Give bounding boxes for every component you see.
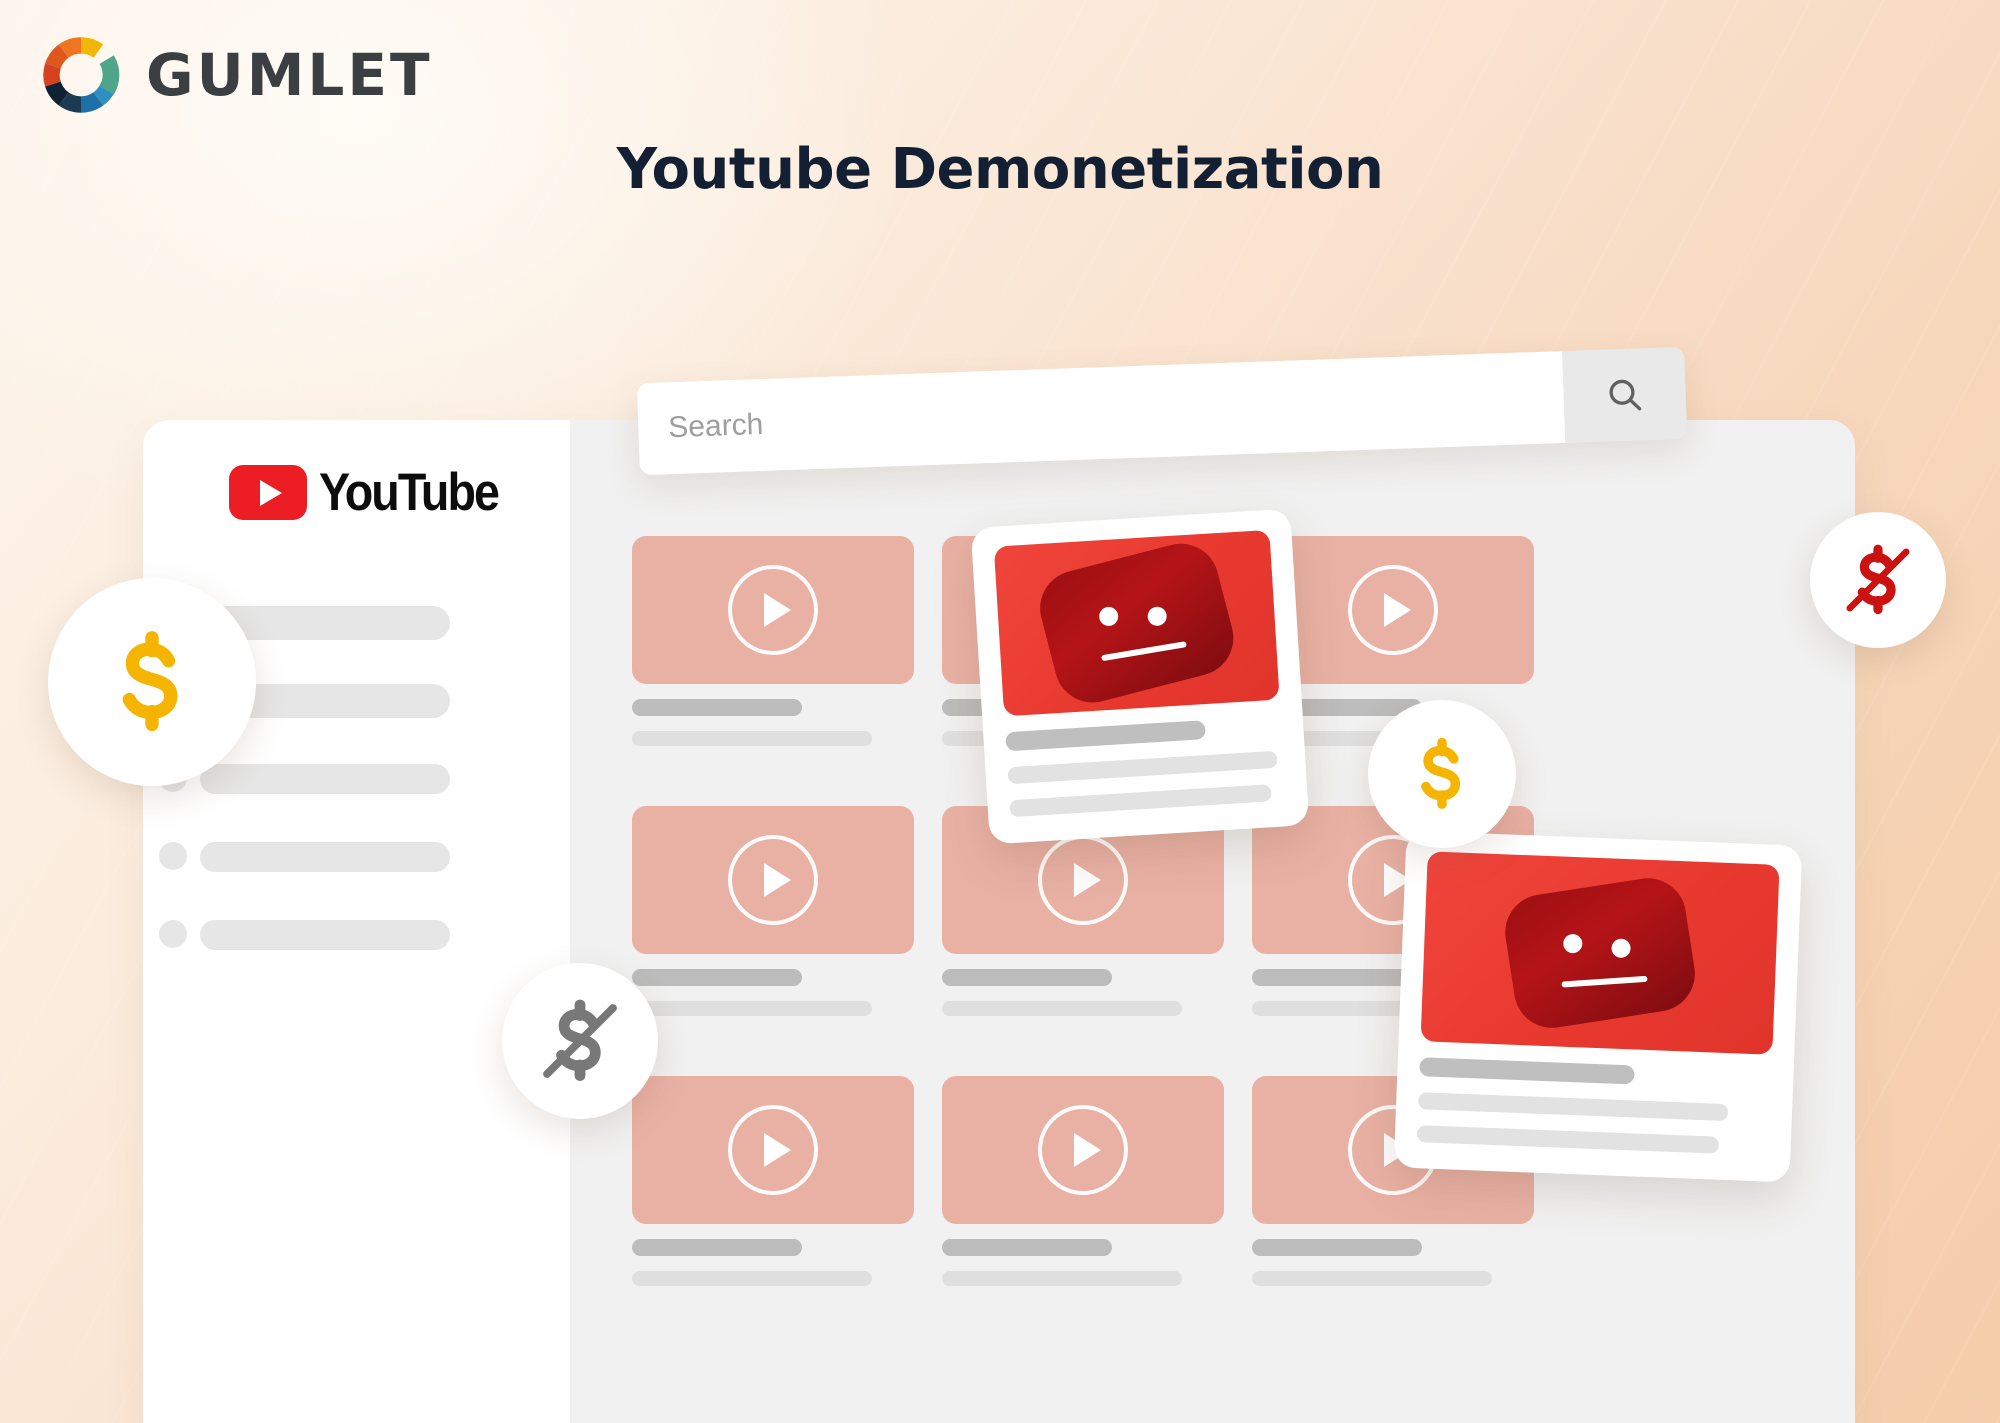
video-meta-placeholder xyxy=(1009,784,1272,818)
youtube-play-badge-icon xyxy=(229,465,307,520)
video-thumbnail[interactable] xyxy=(942,1076,1224,1224)
monetized-badge xyxy=(1368,700,1516,848)
video-title-placeholder xyxy=(1252,969,1422,986)
video-meta-placeholder xyxy=(632,1271,872,1286)
search-button[interactable] xyxy=(1562,346,1688,443)
dollar-sign-slash-icon xyxy=(1846,544,1910,615)
video-title-placeholder xyxy=(632,969,802,986)
youtube-sad-face-icon xyxy=(1499,872,1701,1034)
youtube-sad-face-thumbnail[interactable] xyxy=(1420,851,1780,1055)
video-card[interactable] xyxy=(632,806,914,1016)
demonetized-video-card[interactable] xyxy=(970,508,1310,845)
video-meta-placeholder xyxy=(942,1271,1182,1286)
monetized-badge xyxy=(48,578,256,786)
video-meta-placeholder xyxy=(942,1001,1182,1016)
video-title-placeholder xyxy=(632,699,802,716)
gumlet-wordmark: GUMLET xyxy=(146,41,433,109)
youtube-sad-face-thumbnail[interactable] xyxy=(993,529,1280,717)
video-title-placeholder xyxy=(942,969,1112,986)
video-card[interactable] xyxy=(632,1076,914,1286)
play-circle-icon xyxy=(1348,565,1438,655)
video-meta-placeholder xyxy=(632,731,872,746)
youtube-sad-face-icon xyxy=(1031,535,1242,711)
video-meta-placeholder xyxy=(1252,1271,1492,1286)
search-icon xyxy=(1609,379,1642,411)
video-title-placeholder xyxy=(1005,720,1206,752)
youtube-logo[interactable]: YouTube xyxy=(229,465,522,520)
video-meta-placeholder xyxy=(632,1001,872,1016)
video-meta-placeholder xyxy=(1416,1125,1720,1154)
sidebar-item-bar[interactable] xyxy=(200,920,450,950)
sidebar-item-bar[interactable] xyxy=(200,842,450,872)
video-title-placeholder xyxy=(632,1239,802,1256)
youtube-wordmark: YouTube xyxy=(319,463,500,522)
play-circle-icon xyxy=(728,565,818,655)
video-meta-placeholder xyxy=(1007,750,1278,785)
demonetized-video-card[interactable] xyxy=(1393,830,1803,1183)
video-title-placeholder xyxy=(1252,1239,1422,1256)
play-circle-icon xyxy=(728,835,818,925)
video-thumbnail[interactable] xyxy=(632,1076,914,1224)
demonetized-badge xyxy=(1810,512,1946,648)
dollar-sign-icon xyxy=(1421,737,1461,809)
play-circle-icon xyxy=(1038,1105,1128,1195)
sidebar-item-dot xyxy=(159,920,187,948)
play-circle-icon xyxy=(1038,835,1128,925)
video-title-placeholder xyxy=(1419,1057,1635,1085)
video-meta-placeholder xyxy=(1417,1092,1729,1122)
page-title: Youtube Demonetization xyxy=(616,137,1384,202)
demonetized-badge xyxy=(502,963,658,1119)
dollar-sign-icon xyxy=(122,631,178,732)
poster-canvas: GUMLET Youtube Demonetization YouTube Se… xyxy=(0,0,2000,1423)
video-card[interactable] xyxy=(942,1076,1224,1286)
video-thumbnail[interactable] xyxy=(632,806,914,954)
dollar-sign-slash-icon xyxy=(543,999,617,1081)
play-circle-icon xyxy=(728,1105,818,1195)
video-thumbnail[interactable] xyxy=(632,536,914,684)
sidebar-item-bar[interactable] xyxy=(200,764,450,794)
gumlet-color-wheel-icon xyxy=(43,37,120,113)
sidebar-item-dot xyxy=(159,842,187,870)
video-title-placeholder xyxy=(942,1239,1112,1256)
gumlet-logo: GUMLET xyxy=(40,34,433,116)
sidebar: YouTube xyxy=(143,420,570,1423)
video-card[interactable] xyxy=(632,536,914,746)
